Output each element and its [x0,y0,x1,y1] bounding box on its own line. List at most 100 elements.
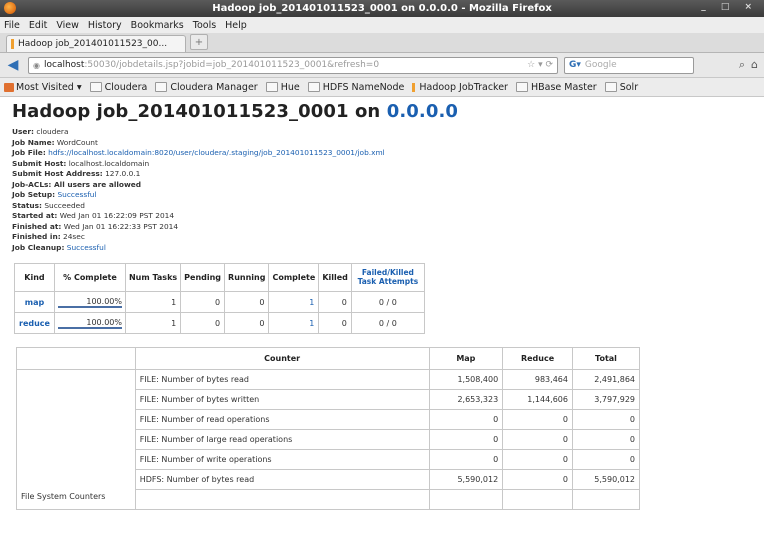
info-label: User: [12,127,35,136]
bookmark-cloudera-manager[interactable]: Cloudera Manager [155,82,258,93]
bookmark-hue[interactable]: Hue [265,82,300,93]
table-row: File System Counters FILE: Number of byte… [16,369,641,510]
bookmark-solr[interactable]: Solr [604,82,638,93]
table-header-row: Kind % Complete Num Tasks Pending Runnin… [14,263,425,292]
counter-name-cell: HDFS: Number of bytes read [134,469,430,490]
search-bar[interactable]: G▾ Google [564,56,694,74]
bookmark-cloudera[interactable]: Cloudera [89,82,147,93]
reduce-value-cell: 0 [502,429,573,450]
info-line: Status: Succeeded [12,201,752,212]
total-value-cell: 3,797,929 [571,389,641,410]
reduce-value-cell: 983,464 [502,369,573,390]
binoculars-icon[interactable]: ⌕ [739,58,745,72]
info-link[interactable]: hdfs://localhost.localdomain:8020/user/c… [48,148,385,157]
info-line: Started at: Wed Jan 01 16:22:09 PST 2014 [12,211,752,222]
url-bar[interactable]: ◉ localhost:50030/jobdetails.jsp?jobid=j… [28,56,558,74]
col-killed: Killed [318,263,352,292]
table-row: reduce 100.00% 1 0 0 1 0 0 / 0 [14,312,425,334]
back-arrow-icon: ◀ [7,57,19,73]
info-label: Submit Host: [12,158,67,168]
complete-link[interactable]: 1 [309,319,314,328]
home-icon[interactable]: ⌂ [751,58,758,72]
info-label: Status: [12,200,42,210]
map-value-cell: 0 [428,449,504,470]
tab-hadoop-job[interactable]: Hadoop job_201401011523_00... [6,35,186,52]
task-summary-body: map 100.00% 1 0 0 1 0 0 / 0 reduce 100.00% 1 0 0 1 0 0 … [14,291,425,334]
page-content: Hadoop job_201401011523_0001 on 0.0.0.0 … [0,97,764,510]
map-value-cell: 0 [428,429,504,450]
num-tasks-cell: 1 [124,291,182,313]
kind-link[interactable]: reduce [19,319,50,328]
menu-view[interactable]: View [56,20,79,31]
col-pct-complete: % Complete [53,263,126,292]
info-label: Job Setup: [12,190,56,199]
col-counter: Counter [134,347,430,370]
info-line: Job File: hdfs://localhost.localdomain:8… [12,148,752,159]
menu-file[interactable]: File [4,20,20,31]
bookmark-hbase-master[interactable]: HBase Master [515,82,597,93]
page-icon [604,82,617,92]
counter-group-cell: File System Counters [16,369,136,510]
site-identity-icon: ◉ [33,60,40,70]
map-value-cell: 2,653,323 [428,389,504,410]
complete-link[interactable]: 1 [309,298,314,307]
col-failed-killed[interactable]: Failed/Killed Task Attempts [350,263,425,292]
google-search-engine-icon[interactable]: G▾ [569,60,581,70]
page-title: Hadoop job_201401011523_0001 on 0.0.0.0 [12,101,459,122]
job-info: User: cloudera Job Name: WordCount Job Fil… [12,127,752,253]
info-label: Job Cleanup: [12,242,65,252]
info-label: Job Name: [12,137,55,147]
url-path: :50030/jobdetails.jsp?jobid=job_20140101… [84,60,380,70]
info-line: Finished at: Wed Jan 01 16:22:33 PST 201… [12,222,752,233]
window-controls[interactable]: _ □ × [701,2,758,12]
progress-bar: 100.00% [57,318,122,329]
pending-cell: 0 [180,291,226,313]
info-line: Finished in: 24sec [12,232,752,243]
total-value-cell: 0 [571,449,641,470]
new-tab-button[interactable]: + [190,34,208,50]
menu-help[interactable]: Help [225,20,247,31]
kind-link[interactable]: map [25,298,44,307]
menu-bookmarks[interactable]: Bookmarks [131,20,184,31]
bookmark-hadoop-jobtracker[interactable]: Hadoop JobTracker [412,82,508,93]
bookmark-most-visited[interactable]: Most Visited ▾ [4,82,82,93]
col-num-tasks: Num Tasks [124,263,182,292]
info-value: 127.0.0.1 [105,169,141,178]
total-value-cell: 0 [571,409,641,430]
menu-history[interactable]: History [88,20,122,31]
navigation-bar: ◀ ◉ localhost:50030/jobdetails.jsp?jobid… [0,53,764,78]
most-visited-icon [4,82,14,92]
total-value-cell: 2,491,864 [571,369,641,390]
tab-bar: Hadoop job_201401011523_00... + [0,33,764,53]
counters-body: File System Counters FILE: Number of byte… [16,369,641,510]
counter-name-cell: FILE: Number of large read operations [134,429,430,450]
hadoop-favicon-icon [412,82,416,92]
menu-bar: File Edit View History Bookmarks Tools H… [0,17,764,33]
pending-cell: 0 [180,312,226,334]
info-value: Wed Jan 01 16:22:09 PST 2014 [59,211,175,220]
menu-edit[interactable]: Edit [29,20,47,31]
running-cell: 0 [224,312,270,334]
col-reduce: Reduce [502,347,573,370]
pct-complete-cell: 100.00% [53,312,126,334]
info-label: Started at: [12,211,58,220]
num-tasks-cell: 1 [124,312,182,334]
menu-tools[interactable]: Tools [193,20,216,31]
reduce-value-cell: 0 [502,469,573,490]
info-link[interactable]: Successful [67,243,106,252]
bookmark-hdfs-namenode[interactable]: HDFS NameNode [307,82,404,93]
reduce-value-cell: 0 [502,409,573,430]
bookmark-star-icon[interactable]: ☆ ▾ ⟳ [527,60,553,70]
info-link[interactable]: Successful [57,190,96,199]
info-label: Finished at: [12,221,62,231]
info-line: Job Name: WordCount [12,138,752,149]
page-icon [89,82,102,92]
hadoop-favicon-icon [11,39,14,49]
back-button[interactable]: ◀ [4,56,22,74]
host-link[interactable]: 0.0.0.0 [387,101,458,122]
pct-complete-cell: 100.00% [53,291,126,313]
col-pending: Pending [180,263,226,292]
page-icon [265,82,278,92]
counter-name-cell: FILE: Number of write operations [134,449,430,470]
info-label: Job File: [12,148,46,157]
